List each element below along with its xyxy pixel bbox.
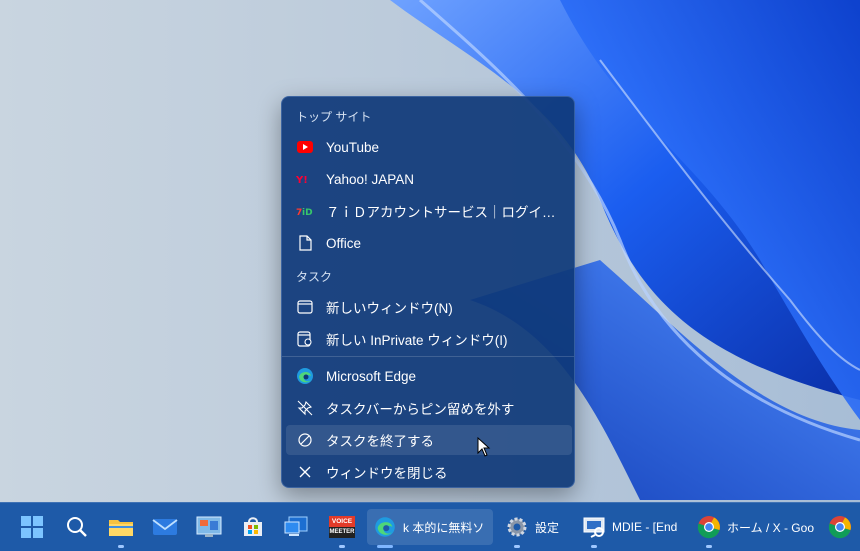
edge-icon xyxy=(296,367,314,385)
taskbar-edge-window[interactable]: k 本的に無料ソ xyxy=(367,509,493,548)
remote-desktop-button[interactable] xyxy=(279,509,315,545)
unpin-icon xyxy=(296,399,314,417)
yahoo-japan-icon: Y! xyxy=(296,170,314,188)
folder-icon xyxy=(108,514,134,540)
jump-item-label: タスクを終了する xyxy=(326,434,434,449)
jump-item-label: ウィンドウを閉じる xyxy=(326,466,448,481)
tasks-header: タスク xyxy=(296,270,333,284)
running-indicator xyxy=(339,545,345,548)
taskbar-settings-window[interactable]: 設定 xyxy=(499,509,567,548)
running-indicator xyxy=(591,545,597,548)
jump-item-label: Office xyxy=(326,235,362,251)
end-task-item[interactable]: タスクを終了する xyxy=(286,425,572,455)
youtube-icon xyxy=(296,138,314,156)
control-panel-button[interactable] xyxy=(191,509,227,545)
jump-item-label: タスクバーからピン留めを外す xyxy=(326,402,515,417)
window-icon xyxy=(296,298,314,316)
inprivate-window-icon xyxy=(296,330,314,348)
running-indicator xyxy=(118,545,124,548)
seven-id-icon: 7 iD xyxy=(296,202,314,220)
taskbar-mdie-window[interactable]: MDIE - [End xyxy=(576,509,685,548)
remote-desktop-icon xyxy=(284,514,310,540)
jump-item-label: ７ｉＤアカウントサービス｜ログイン：７... xyxy=(326,205,566,220)
jump-item-youtube[interactable]: YouTube xyxy=(286,132,572,162)
mail-button[interactable] xyxy=(147,509,183,545)
svg-text:iD: iD xyxy=(302,208,313,217)
new-inprivate-window-item[interactable]: 新しい InPrivate ウィンドウ(I) xyxy=(286,324,572,354)
close-window-item[interactable]: ウィンドウを閉じる xyxy=(286,457,572,487)
taskbar: VOICE MEETER k 本的に無料ソ 設定 MDIE - [End ホーム… xyxy=(0,502,860,551)
jump-item-label: Microsoft Edge xyxy=(326,368,417,384)
end-task-icon xyxy=(296,431,314,449)
voicemeeter-button[interactable]: VOICE MEETER xyxy=(323,509,361,548)
search-icon xyxy=(64,514,90,540)
top-sites-header: トップ サイト xyxy=(296,110,372,124)
file-explorer-button[interactable] xyxy=(103,509,139,548)
unpin-from-taskbar-item[interactable]: タスクバーからピン留めを外す xyxy=(286,393,572,423)
open-microsoft-edge-item[interactable]: Microsoft Edge xyxy=(286,361,572,391)
start-button[interactable] xyxy=(14,509,50,545)
windows-start-icon xyxy=(19,514,45,540)
voicemeeter-label-bottom: MEETER xyxy=(329,527,355,538)
control-panel-icon xyxy=(196,514,222,540)
taskbar-chrome-window-2[interactable] xyxy=(822,509,858,545)
edge-jump-list: トップ サイト YouTube Y! Yahoo! JAPAN 7 iD ７ｉＤア… xyxy=(281,96,575,488)
microsoft-store-button[interactable] xyxy=(235,509,271,545)
running-indicator xyxy=(514,545,520,548)
jump-item-seven-id[interactable]: 7iD ７ｉＤアカウントサービス｜ログイン：７... xyxy=(286,196,572,226)
running-indicator xyxy=(706,545,712,548)
jump-item-yahoo-japan[interactable]: Y! Yahoo! JAPAN xyxy=(286,164,572,194)
edge-icon xyxy=(372,514,398,540)
jump-item-office[interactable]: Office xyxy=(286,228,572,258)
mail-icon xyxy=(152,514,178,540)
document-icon xyxy=(296,234,314,252)
separator xyxy=(282,356,574,357)
taskbar-window-title: k 本的に無料ソ xyxy=(403,520,485,535)
gear-icon xyxy=(504,514,530,540)
close-icon xyxy=(296,463,314,481)
search-button[interactable] xyxy=(59,509,95,545)
voicemeeter-icon: VOICE MEETER xyxy=(328,514,356,540)
taskbar-window-title: MDIE - [End xyxy=(612,520,678,534)
store-icon xyxy=(240,514,266,540)
jump-item-label: 新しいウィンドウ(N) xyxy=(326,301,453,316)
chrome-icon xyxy=(696,514,722,540)
mdie-icon xyxy=(581,514,607,540)
svg-text:Y!: Y! xyxy=(296,175,308,185)
taskbar-window-title: 設定 xyxy=(535,520,560,535)
taskbar-chrome-window[interactable]: ホーム / X - Goo xyxy=(691,509,822,548)
jump-item-label: 新しい InPrivate ウィンドウ(I) xyxy=(326,333,508,348)
taskbar-window-title: ホーム / X - Goo xyxy=(727,520,814,535)
jump-item-label: Yahoo! JAPAN xyxy=(326,171,415,187)
new-window-item[interactable]: 新しいウィンドウ(N) xyxy=(286,292,572,322)
voicemeeter-label-top: VOICE xyxy=(329,516,355,527)
active-indicator xyxy=(377,545,393,548)
mouse-cursor-icon xyxy=(477,437,491,457)
jump-item-label: YouTube xyxy=(326,139,380,155)
chrome-icon xyxy=(827,514,853,540)
